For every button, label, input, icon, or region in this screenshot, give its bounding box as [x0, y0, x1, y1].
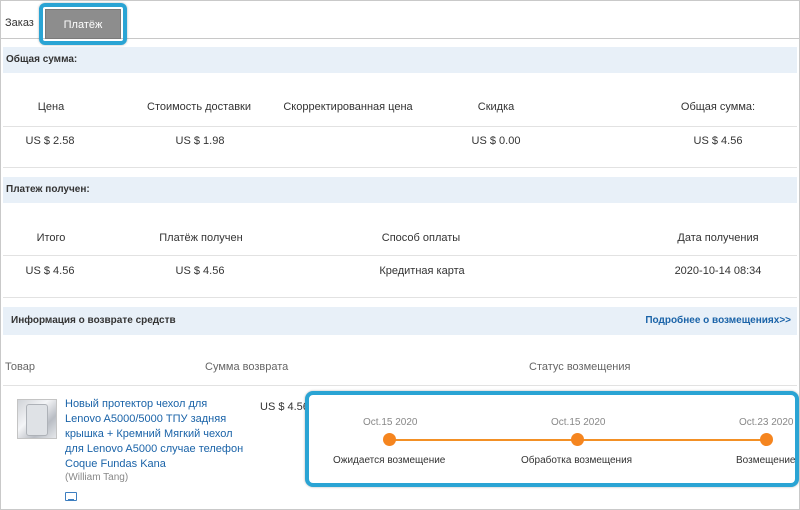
total-header-discount: Скидка	[477, 101, 515, 113]
tab-bar: Заказ Платёж	[1, 1, 799, 45]
refund-section-title: Информация о возврате средств	[11, 315, 176, 326]
total-header-shipping: Стоимость доставки	[147, 101, 251, 113]
total-section-header: Общая сумма:	[3, 47, 797, 73]
divider	[3, 385, 797, 386]
product-title-link[interactable]: Новый протектор чехол для Lenovo A5000/5…	[65, 397, 245, 472]
payment-header-method: Способ оплаты	[381, 232, 461, 244]
refund-details-link[interactable]: Подробнее о возмещениях>>	[645, 307, 791, 335]
payment-header-received: Платёж получен	[159, 232, 243, 244]
progress-step-1-date: Oct.15 2020	[363, 417, 418, 428]
tab-payment[interactable]: Платёж	[45, 9, 121, 39]
progress-step-3-label: Возмещение	[736, 455, 796, 466]
progress-step-2-date: Oct.15 2020	[551, 417, 606, 428]
total-value-sum: US $ 4.56	[693, 135, 743, 147]
divider	[3, 255, 797, 256]
refund-section-header: Информация о возврате средств Подробнее …	[3, 307, 797, 335]
refund-header-status: Статус возмещения	[529, 361, 631, 373]
refund-amount: US $ 4.56	[260, 401, 309, 413]
total-value-shipping: US $ 1.98	[175, 135, 225, 147]
divider	[3, 167, 797, 168]
payment-header-date: Дата получения	[677, 232, 759, 244]
payment-section-header: Платеж получен:	[3, 177, 797, 203]
total-header-price: Цена	[37, 101, 65, 113]
payment-value-total: US $ 4.56	[25, 265, 75, 277]
tab-order[interactable]: Заказ	[5, 17, 34, 29]
refund-header-item: Товар	[5, 361, 35, 373]
refund-header-amount: Сумма возврата	[205, 361, 289, 373]
progress-step-1-dot	[383, 433, 396, 446]
total-value-discount: US $ 0.00	[471, 135, 521, 147]
payment-header-total: Итого	[36, 232, 66, 244]
divider	[3, 297, 797, 298]
progress-step-2-label: Обработка возмещения	[521, 455, 633, 466]
progress-step-3-date: Oct.23 2020	[739, 417, 794, 428]
progress-step-2-dot	[571, 433, 584, 446]
total-header-adjusted: Скорректированная цена	[283, 101, 413, 113]
product-seller: (William Tang)	[65, 472, 129, 483]
payment-value-received: US $ 4.56	[175, 265, 225, 277]
progress-step-3-dot	[760, 433, 773, 446]
payment-value-method: Кредитная карта	[379, 265, 465, 277]
total-header-sum: Общая сумма:	[680, 101, 756, 113]
progress-step-1-label: Ожидается возмещение	[333, 455, 446, 466]
divider	[3, 126, 797, 127]
payment-value-date: 2020-10-14 08:34	[674, 265, 762, 277]
total-value-price: US $ 2.58	[25, 135, 75, 147]
truck-icon	[65, 492, 77, 501]
order-detail-window: Заказ Платёж Общая сумма: Цена Стоимость…	[0, 0, 800, 510]
product-thumbnail[interactable]	[17, 399, 57, 439]
